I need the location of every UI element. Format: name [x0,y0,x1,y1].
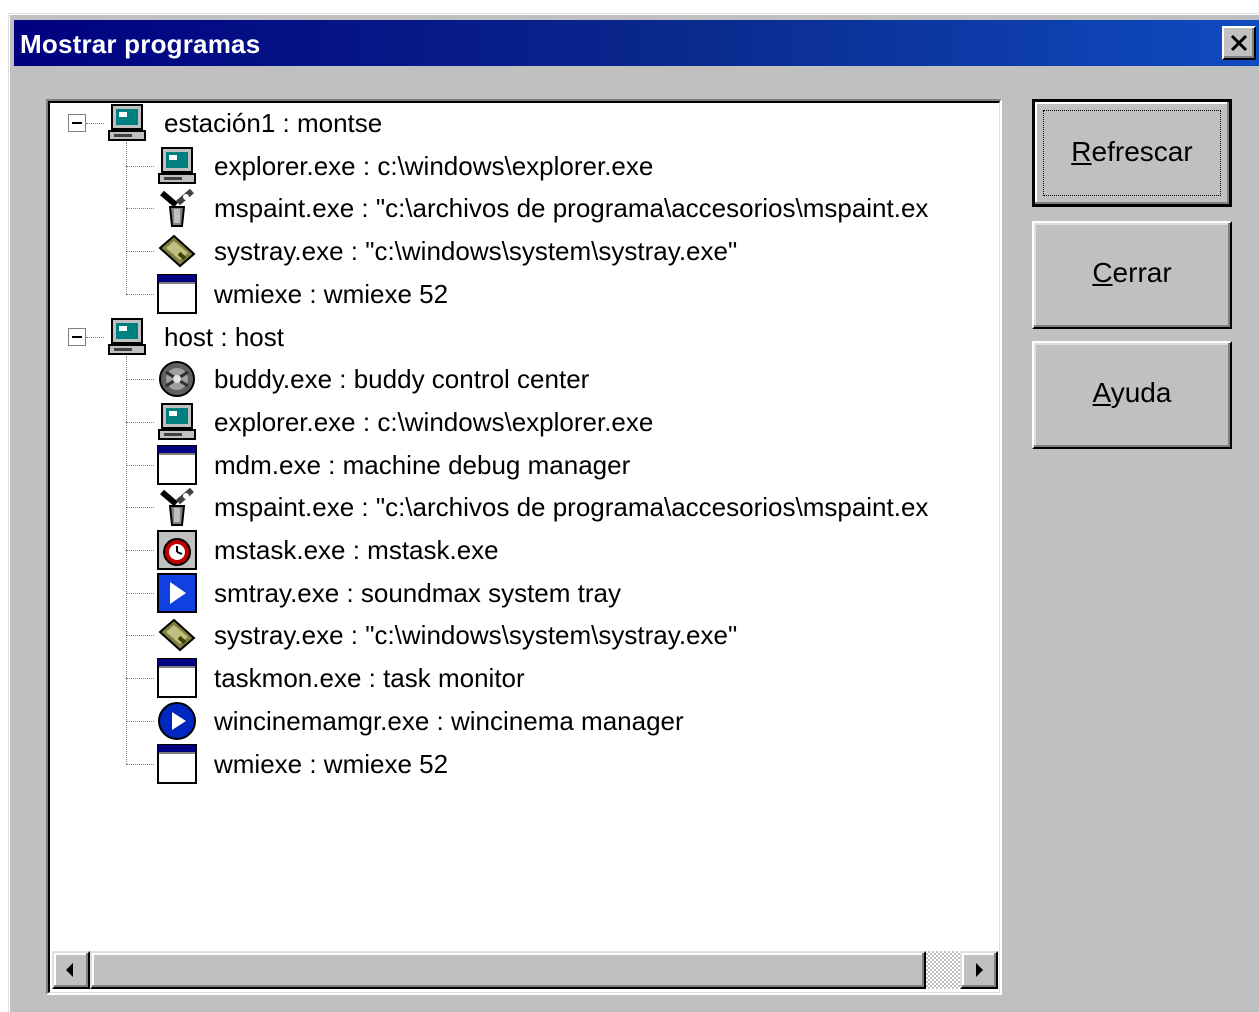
help-button[interactable]: Ayuda [1032,341,1232,449]
systray-icon [156,614,198,656]
window-icon [156,743,198,785]
window-icon [156,444,198,486]
scroll-left-icon [66,963,73,977]
tree-node-label: mspaint.exe : "c:\archivos de programa\a… [214,492,929,523]
tree-connector-line [126,355,127,764]
close-window-button[interactable] [1222,26,1256,60]
tree-connector-line [126,293,154,295]
window-title: Mostrar programas [20,29,261,59]
scroll-right-icon [976,963,983,977]
tree-connector-line [126,165,154,167]
scroll-track[interactable] [926,951,960,989]
tree-connector-line [126,550,154,551]
tree-node-label: explorer.exe : c:\windows\explorer.exe [214,406,654,437]
collapse-toggle-icon[interactable] [68,327,86,346]
computer-icon [106,316,148,358]
tree-node-label: systray.exe : "c:\windows\system\systray… [214,236,738,267]
computer-icon [106,102,148,144]
title-bar[interactable]: Mostrar programas [14,20,1259,66]
close-button[interactable]: Cerrar [1032,221,1232,329]
tree-connector-line [126,763,154,765]
window-icon [156,657,198,699]
window-icon [156,273,198,315]
refresh-button[interactable]: Refrescar [1032,99,1232,207]
tree-connector-line [126,464,154,466]
paint-icon [156,486,198,528]
play-square-icon [156,572,198,614]
tree-connector-line [126,507,154,509]
horizontal-scrollbar[interactable] [52,951,998,989]
tree-connector-line [126,251,154,253]
tree-node-label: wincinemamgr.exe : wincinema manager [214,705,684,736]
program-tree-view[interactable]: estación1 : montse explorer.exe : c:\wind… [46,99,1002,995]
tree-connector-line [126,208,154,210]
tree-node-label: explorer.exe : c:\windows\explorer.exe [214,150,654,181]
paint-icon [156,187,198,229]
mstask-icon [156,529,198,571]
tree-node-label: host : host [164,321,284,352]
close-label: errar [1112,257,1172,288]
tree-node-label: smtray.exe : soundmax system tray [214,577,621,608]
tree-connector-line [86,123,104,124]
tree-connector-line [126,678,154,680]
buddy-icon [156,358,198,400]
tree-node-label: mstask.exe : mstask.exe [214,535,499,565]
scroll-right-button[interactable] [960,951,998,989]
mostrar-programas-dialog: Mostrar programas estación1 : montse expl… [8,13,1259,1012]
tree-node-label: wmiexe : wmiexe 52 [214,748,449,779]
tree-connector-line [126,635,154,637]
help-label: yuda [1110,377,1172,408]
collapse-toggle-icon[interactable] [68,114,86,132]
tree-node-label: wmiexe : wmiexe 52 [214,278,449,309]
computer-icon [156,401,198,443]
tree-node-label: systray.exe : "c:\windows\system\systray… [214,620,738,651]
tree-node-label: mspaint.exe : "c:\archivos de programa\a… [214,193,929,224]
close-icon [1230,34,1248,52]
tree-node-label: buddy.exe : buddy control center [214,364,590,395]
tree-node-label: taskmon.exe : task monitor [214,663,525,694]
computer-icon [156,145,198,187]
tree-node-label: mdm.exe : machine debug manager [214,449,631,480]
tree-connector-line [126,379,154,381]
play-circle-icon [156,700,198,742]
tree-connector-line [126,421,154,423]
tree-connector-line [126,592,154,594]
tree-connector-line [86,336,104,338]
systray-icon [156,230,198,272]
scroll-thumb[interactable] [90,951,926,989]
tree-connector-line [126,720,154,722]
help-mnemonic: A [1092,377,1111,408]
tree-node-label: estación1 : montse [164,108,383,138]
close-mnemonic: C [1092,257,1113,288]
scroll-left-button[interactable] [52,951,90,989]
